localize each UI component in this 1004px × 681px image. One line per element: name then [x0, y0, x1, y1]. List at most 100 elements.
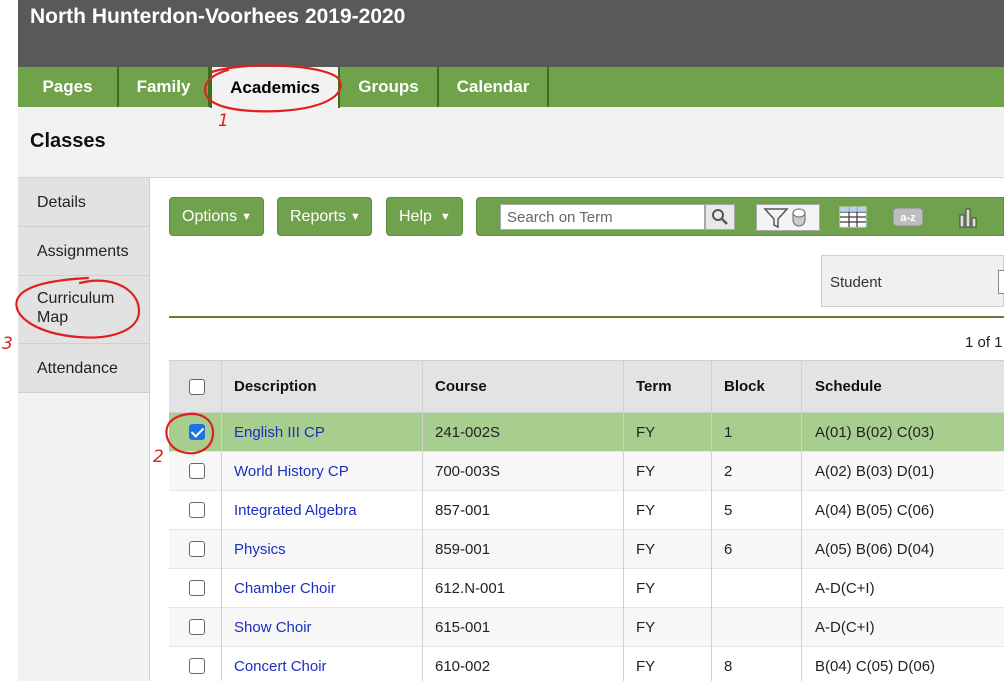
- table-cell-course: 700-003S: [435, 462, 501, 480]
- column-header[interactable]: Description: [234, 361, 317, 412]
- class-link[interactable]: English III CP: [234, 424, 325, 441]
- table-cell-term: FY: [636, 618, 656, 636]
- help-button[interactable]: Help ▼: [386, 197, 463, 236]
- table-cell-description: Physics: [234, 530, 286, 568]
- tab-groups[interactable]: Groups: [340, 67, 439, 107]
- header-bar: North Hunterdon-Voorhees 2019-2020: [18, 0, 1004, 67]
- class-link[interactable]: Physics: [234, 541, 286, 558]
- table-row[interactable]: Concert Choir 610-002 FY 8 B(04) C(05) D(06): [169, 647, 1004, 681]
- class-link[interactable]: World History CP: [234, 463, 349, 480]
- caret-down-icon: ▼: [350, 210, 361, 223]
- row-checkbox[interactable]: [189, 502, 205, 518]
- table-cell-term: FY: [636, 423, 656, 441]
- table-cell-schedule: A(04) B(05) C(06): [815, 501, 935, 519]
- table-cell-schedule: A(02) B(03) D(01): [815, 462, 935, 480]
- column-header[interactable]: Course: [435, 361, 487, 412]
- table-row[interactable]: World History CP 700-003S FY 2 A(02) B(03) D…: [169, 452, 1004, 491]
- sort-az-icon[interactable]: a-z: [892, 207, 924, 227]
- tab-pages[interactable]: Pages: [18, 67, 119, 107]
- grid-view-icon[interactable]: [839, 206, 867, 228]
- sidenav-item-details[interactable]: Details: [18, 178, 149, 227]
- row-checkbox[interactable]: [189, 580, 205, 596]
- table-cell-term: FY: [636, 579, 656, 597]
- chart-icon[interactable]: [957, 206, 979, 228]
- table-cell-description: Chamber Choir: [234, 569, 336, 607]
- caret-down-icon: ▼: [241, 210, 253, 223]
- row-select-cell: [189, 530, 205, 568]
- left-gutter: [0, 0, 18, 681]
- search-toolbar: a-z: [476, 197, 1004, 236]
- row-select-cell: [189, 491, 205, 529]
- table-cell-description: Concert Choir: [234, 647, 327, 681]
- filter-icon: [763, 208, 806, 229]
- row-checkbox[interactable]: [189, 658, 205, 674]
- row-checkbox[interactable]: [189, 463, 205, 479]
- options-button[interactable]: Options ▼: [169, 197, 264, 236]
- svg-text:a-z: a-z: [900, 212, 916, 224]
- row-select-cell: [189, 452, 205, 490]
- table-header: Description Course Term Block Schedule: [169, 360, 1004, 413]
- row-checkbox[interactable]: [189, 619, 205, 635]
- help-label: Help: [399, 207, 432, 225]
- class-link[interactable]: Concert Choir: [234, 658, 327, 675]
- tab-family[interactable]: Family: [119, 67, 210, 107]
- filter-button[interactable]: [756, 204, 820, 231]
- annotation-mark: 1: [218, 111, 229, 131]
- row-checkbox[interactable]: [189, 424, 205, 440]
- table-cell-course: 859-001: [435, 540, 491, 558]
- divider: [169, 316, 1004, 318]
- table-cell-course: 612.N-001: [435, 579, 506, 597]
- table-cell-schedule: B(04) C(05) D(06): [815, 657, 936, 675]
- student-filter-select[interactable]: [998, 270, 1004, 294]
- table-cell-course: 857-001: [435, 501, 491, 519]
- column-header[interactable]: Block: [724, 361, 765, 412]
- table-row[interactable]: Physics 859-001 FY 6 A(05) B(06) D(04): [169, 530, 1004, 569]
- student-filter-label: Student: [830, 274, 882, 291]
- class-link[interactable]: Integrated Algebra: [234, 502, 357, 519]
- table-row[interactable]: Show Choir 615-001 FY A-D(C+I): [169, 608, 1004, 647]
- table-cell-term: FY: [636, 657, 656, 675]
- app-window: North Hunterdon-Voorhees 2019-2020 Pages…: [0, 0, 1004, 681]
- column-header[interactable]: Term: [636, 361, 672, 412]
- sidenav-item-curriculum-map[interactable]: Curriculum Map: [18, 276, 149, 344]
- table-cell-block: 5: [724, 501, 733, 519]
- search-icon: [712, 209, 728, 225]
- search-input[interactable]: [500, 204, 705, 230]
- search-button[interactable]: [705, 204, 735, 230]
- page-title: Classes: [30, 130, 106, 152]
- table-cell-description: World History CP: [234, 452, 349, 490]
- student-filter: Student: [821, 255, 1004, 307]
- reports-button[interactable]: Reports ▼: [277, 197, 372, 236]
- table-row[interactable]: English III CP 241-002S FY 1 A(01) B(02) C(0…: [169, 413, 1004, 452]
- class-link[interactable]: Show Choir: [234, 619, 312, 636]
- class-link[interactable]: Chamber Choir: [234, 580, 336, 597]
- table-cell-block: 1: [724, 423, 733, 441]
- reports-label: Reports: [290, 207, 347, 225]
- row-select-cell: [189, 413, 205, 451]
- table-cell-schedule: A(05) B(06) D(04): [815, 540, 935, 558]
- row-checkbox[interactable]: [189, 541, 205, 557]
- table-row[interactable]: Integrated Algebra 857-001 FY 5 A(04) B(05) …: [169, 491, 1004, 530]
- table-cell-block: 6: [724, 540, 733, 558]
- tab-academics[interactable]: Academics: [210, 67, 340, 108]
- table-cell-term: FY: [636, 462, 656, 480]
- row-select-cell: [189, 647, 205, 681]
- pager: 1 of 1: [965, 334, 1003, 351]
- table-cell-schedule: A-D(C+I): [815, 618, 875, 636]
- table-cell-description: English III CP: [234, 413, 325, 451]
- school-title: North Hunterdon-Voorhees 2019-2020: [30, 5, 406, 28]
- row-select-cell: [189, 569, 205, 607]
- sidenav-item-assignments[interactable]: Assignments: [18, 227, 149, 276]
- table-cell-block: 2: [724, 462, 733, 480]
- table-row[interactable]: Chamber Choir 612.N-001 FY A-D(C+I): [169, 569, 1004, 608]
- row-select-cell: [189, 608, 205, 646]
- table-cell-schedule: A(01) B(02) C(03): [815, 423, 935, 441]
- select-all-checkbox[interactable]: [189, 378, 205, 395]
- table-cell-term: FY: [636, 540, 656, 558]
- column-header[interactable]: Schedule: [815, 361, 882, 412]
- table-cell-term: FY: [636, 501, 656, 519]
- tab-calendar[interactable]: Calendar: [439, 67, 549, 107]
- table-cell-course: 610-002: [435, 657, 491, 675]
- table-cell-description: Show Choir: [234, 608, 312, 646]
- sidenav-item-attendance[interactable]: Attendance: [18, 344, 149, 393]
